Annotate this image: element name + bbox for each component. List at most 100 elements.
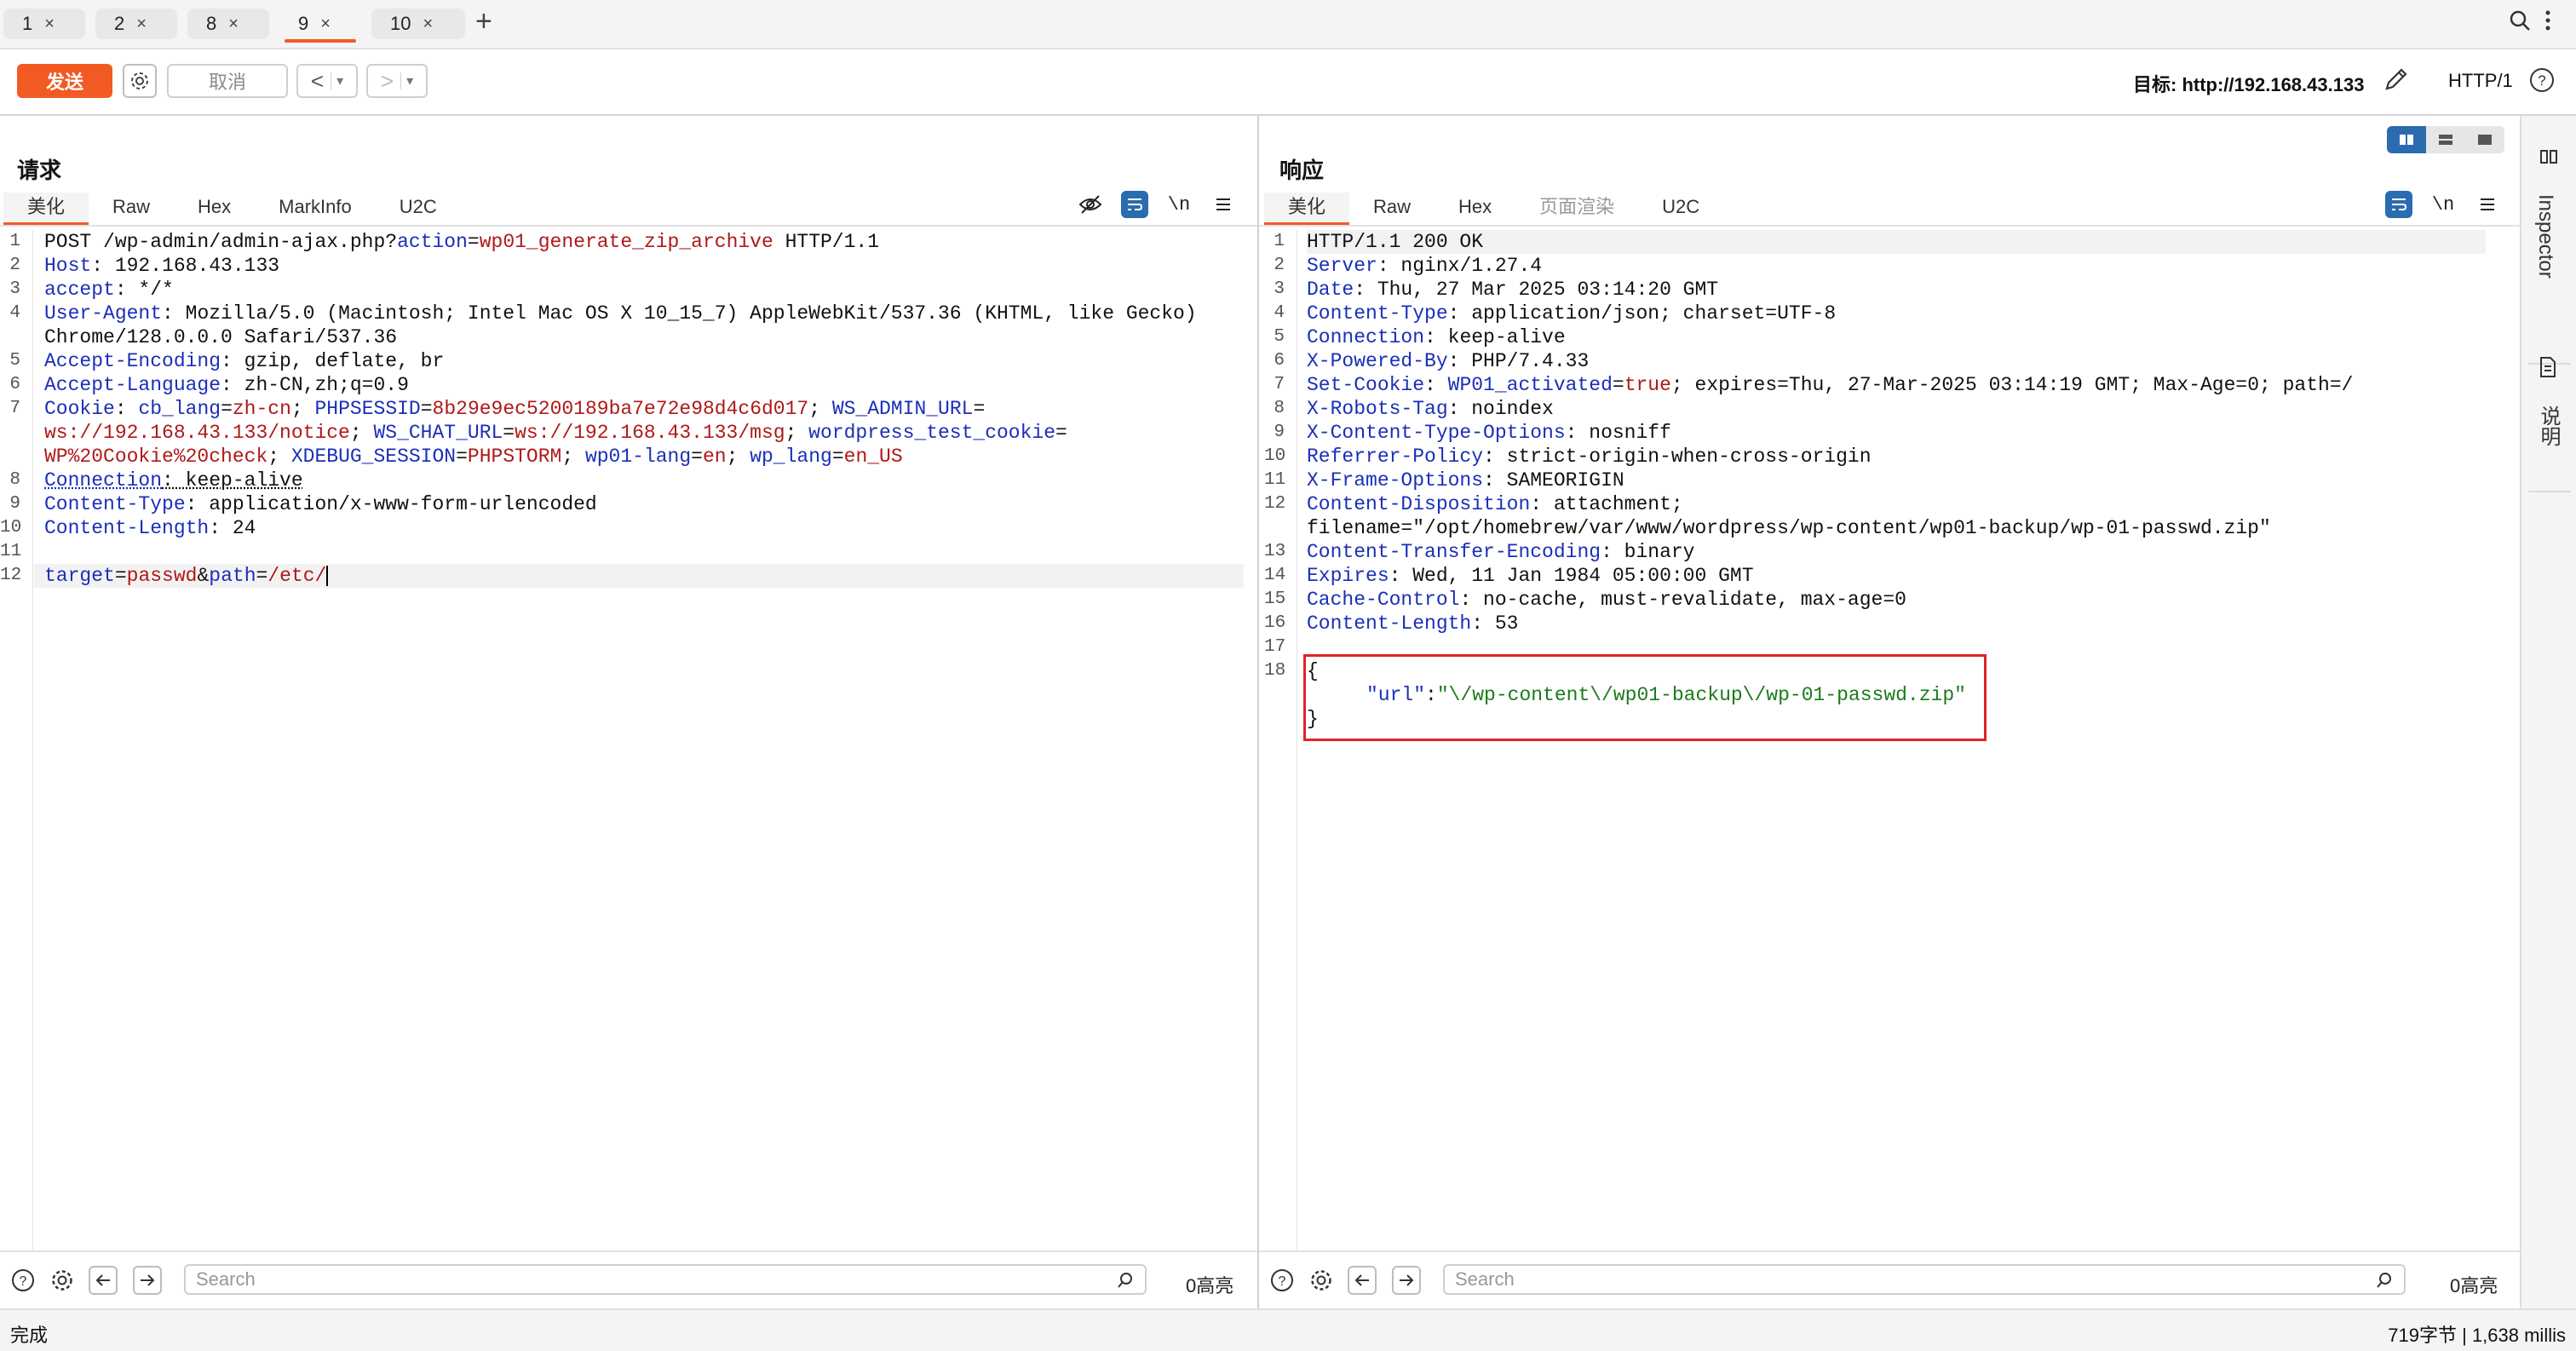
code-token: : Thu, 27 Mar 2025 03:14:20 GMT (1354, 279, 1719, 301)
tab-10[interactable]: 10 × (371, 9, 465, 39)
gear-icon[interactable] (1307, 1266, 1336, 1295)
tab-raw[interactable]: Raw (1349, 193, 1435, 225)
dropdown-icon[interactable]: ▾ (331, 72, 343, 89)
code-token: & (197, 565, 210, 587)
line-number: 3 (1274, 279, 1285, 299)
help-icon[interactable]: ? (1268, 1266, 1297, 1295)
divider (2528, 491, 2571, 492)
gear-icon[interactable] (48, 1266, 77, 1295)
layout-single-icon[interactable] (2465, 126, 2504, 153)
menu-icon[interactable] (1210, 191, 1237, 218)
right-sidebar: Inspector 说明 (2520, 116, 2576, 1310)
inspector-icon[interactable] (2539, 147, 2559, 171)
code-token: Date (1307, 279, 1354, 301)
newline-toggle-icon[interactable]: \n (2429, 191, 2457, 218)
tab-close-icon[interactable]: × (423, 14, 433, 34)
http-version[interactable]: HTTP/1 (2448, 70, 2513, 92)
tab-8[interactable]: 8 × (187, 9, 269, 39)
tab-close-icon[interactable]: × (136, 14, 147, 34)
layout-toggle (2387, 126, 2504, 153)
settings-button[interactable] (123, 64, 157, 98)
tab-close-icon[interactable]: × (228, 14, 239, 34)
code-token: : */* (114, 279, 174, 301)
request-editor[interactable]: 1 POST /wp-admin/admin-ajax.php?action=wp… (0, 230, 1244, 1252)
inspector-tab[interactable]: Inspector (2533, 194, 2557, 279)
help-icon[interactable]: ? (2528, 66, 2556, 98)
code-token: = (831, 446, 844, 468)
tab-hex[interactable]: Hex (1435, 193, 1515, 225)
wrap-lines-icon[interactable] (1121, 191, 1148, 218)
search-input[interactable]: Search (184, 1264, 1147, 1295)
forward-button[interactable]: > ▾ (366, 64, 428, 98)
pane-splitter[interactable] (1257, 116, 1259, 1310)
code-token: X-Content-Type-Options: nosniff (1307, 421, 1671, 445)
search-icon[interactable] (1116, 1271, 1135, 1294)
code-token: = (114, 565, 127, 587)
help-icon[interactable]: ? (9, 1266, 37, 1295)
arrow-left-icon[interactable] (89, 1266, 118, 1295)
code-token: = (503, 422, 515, 444)
hide-eye-icon[interactable] (1077, 191, 1104, 218)
code-token: = (691, 446, 703, 468)
tab-9[interactable]: 9 × (279, 9, 361, 43)
tab-markinfo[interactable]: MarkInfo (255, 193, 376, 225)
code-token: X-Content-Type-Options (1307, 422, 1566, 444)
add-tab-icon[interactable]: + (475, 5, 492, 38)
line-number: 11 (0, 542, 22, 561)
arrow-right-icon[interactable] (133, 1266, 162, 1295)
tab-1[interactable]: 1 × (3, 9, 85, 39)
tab-raw[interactable]: Raw (89, 193, 174, 225)
search-input[interactable]: Search (1443, 1264, 2406, 1295)
back-button[interactable]: < ▾ (296, 64, 358, 98)
document-icon[interactable] (2539, 356, 2557, 382)
tab-u2c[interactable]: U2C (1638, 193, 1723, 225)
wrap-lines-icon[interactable] (2385, 191, 2412, 218)
code-token: passwd (126, 565, 198, 587)
code-line: 1 POST /wp-admin/admin-ajax.php?action=wp… (0, 230, 1244, 254)
more-vertical-icon[interactable] (2544, 9, 2552, 38)
arrow-right-icon[interactable] (1392, 1266, 1421, 1295)
tab-pretty[interactable]: 美化 (1264, 193, 1350, 225)
line-number: 11 (1264, 470, 1286, 490)
code-line: 1 HTTP/1.1 200 OK (1261, 230, 2504, 254)
tab-hex[interactable]: Hex (174, 193, 255, 225)
newline-toggle-icon[interactable]: \n (1165, 191, 1193, 218)
code-token: X-Robots-Tag (1307, 398, 1448, 420)
code-token: WS_CHAT_URL (373, 422, 503, 444)
code-token: : (1424, 374, 1448, 396)
status-text: 完成 (10, 1325, 49, 1346)
tab-render[interactable]: 页面渲染 (1515, 193, 1638, 225)
line-number: 14 (1264, 566, 1286, 585)
search-icon[interactable] (2375, 1271, 2394, 1294)
code-token: Set-Cookie: WP01_activated=true; expires… (1307, 373, 2353, 397)
cancel-button[interactable]: 取消 (167, 64, 288, 98)
code-token: User-Agent: Mozilla/5.0 (Macintosh; Inte… (44, 302, 1197, 325)
code-token: : nosniff (1565, 422, 1671, 444)
dropdown-icon[interactable]: ▾ (400, 72, 413, 89)
code-line: 5 Connection: keep-alive (1261, 325, 2504, 349)
arrow-left-icon[interactable] (1348, 1266, 1377, 1295)
code-line: 7 Set-Cookie: WP01_activated=true; expire… (1261, 373, 2504, 397)
menu-icon[interactable] (2474, 191, 2501, 218)
tab-u2c[interactable]: U2C (376, 193, 461, 225)
layout-split-icon[interactable] (2387, 126, 2426, 153)
code-token: Connection (44, 469, 163, 492)
code-token: WP%20Cookie%20check; XDEBUG_SESSION=PHPS… (44, 445, 903, 469)
send-button[interactable]: 发送 (17, 64, 112, 98)
layout-stacked-icon[interactable] (2426, 126, 2465, 153)
tab-close-icon[interactable]: × (320, 14, 331, 34)
code-token: X-Powered-By (1307, 350, 1448, 372)
notes-tab[interactable]: 说明 (2533, 405, 2563, 446)
code-token: Content-Length (44, 517, 210, 539)
code-token: : strict-origin-when-cross-origin (1483, 446, 1872, 468)
edit-pencil-icon[interactable] (2382, 65, 2411, 98)
code-line: 3 Date: Thu, 27 Mar 2025 03:14:20 GMT (1261, 278, 2504, 302)
tab-pretty[interactable]: 美化 (3, 193, 89, 225)
line-number: 4 (1274, 303, 1285, 323)
response-stats: 719字节 | 1,638 millis (2388, 1325, 2566, 1346)
code-token: Content-Type: application/json; charset=… (1307, 302, 1836, 325)
tab-2[interactable]: 2 × (95, 9, 177, 39)
divider (0, 225, 1257, 227)
tab-close-icon[interactable]: × (44, 14, 55, 34)
search-icon[interactable] (2508, 9, 2532, 38)
